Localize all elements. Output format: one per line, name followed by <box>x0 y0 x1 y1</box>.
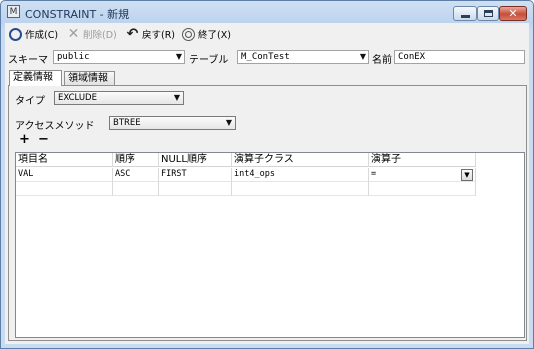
cell-operator[interactable]: = <box>369 168 476 182</box>
name-field[interactable]: ConEX <box>394 50 525 64</box>
new-row-cell[interactable] <box>16 182 113 196</box>
name-value: ConEX <box>398 52 426 62</box>
table-select[interactable]: M_ConTest ▼ <box>237 50 369 64</box>
table-value: M_ConTest <box>241 52 290 62</box>
new-row-cell[interactable] <box>113 182 159 196</box>
cell-null-order[interactable]: FIRST <box>159 168 232 182</box>
chevron-down-icon: ▼ <box>175 52 182 61</box>
access-method-label: アクセスメソッド <box>15 121 95 132</box>
close-icon: ✕ <box>508 7 518 20</box>
operator-dropdown-button[interactable]: ▼ <box>461 169 473 181</box>
schema-select[interactable]: public ▼ <box>53 50 185 64</box>
end-label: 終了(X) <box>198 30 231 41</box>
definition-panel: タイプ EXCLUDE ▼ アクセスメソッド BTREE ▼ + − 項目名 順… <box>8 85 527 341</box>
table-label: テーブル <box>189 55 229 66</box>
constraint-window: M CONSTRAINT - 新規 ✕ 作成(C) ✕ 削除(D) ↶ 戻す(R… <box>0 0 534 349</box>
access-method-select[interactable]: BTREE ▼ <box>109 116 236 130</box>
create-button[interactable]: 作成(C) <box>9 26 58 42</box>
column-header[interactable]: 順序 <box>113 153 159 167</box>
tab-definition[interactable]: 定義情報 <box>9 70 62 86</box>
chevron-down-icon: ▼ <box>464 171 470 179</box>
window-client: 作成(C) ✕ 削除(D) ↶ 戻す(R) 終了(X) スキーマ public … <box>5 23 529 344</box>
add-row-button[interactable]: + <box>19 133 30 146</box>
minimize-button[interactable] <box>453 6 477 21</box>
cell-order[interactable]: ASC <box>113 168 159 182</box>
x-icon: ✕ <box>67 25 80 42</box>
cell-operator-class[interactable]: int4_ops <box>232 168 369 182</box>
column-header[interactable]: 演算子クラス <box>232 153 369 167</box>
remove-row-button[interactable]: − <box>38 133 49 146</box>
chevron-down-icon: ▼ <box>173 93 180 102</box>
circle-icon <box>9 27 22 41</box>
title-bar[interactable]: M CONSTRAINT - 新規 ✕ <box>1 1 533 23</box>
chevron-down-icon: ▼ <box>225 118 232 127</box>
type-value: EXCLUDE <box>58 93 97 103</box>
tab-storage[interactable]: 領域情報 <box>64 71 115 86</box>
new-row-cell[interactable] <box>232 182 369 196</box>
create-label: 作成(C) <box>25 30 59 41</box>
maximize-icon <box>484 10 493 17</box>
delete-button[interactable]: ✕ 削除(D) <box>67 26 117 42</box>
column-header[interactable]: 項目名 <box>16 153 113 167</box>
new-row-cell[interactable] <box>159 182 232 196</box>
minimize-icon <box>461 15 470 18</box>
column-header[interactable]: 演算子 <box>369 153 476 167</box>
type-select[interactable]: EXCLUDE ▼ <box>54 91 184 105</box>
name-label: 名前 <box>372 55 392 66</box>
back-button[interactable]: ↶ 戻す(R) <box>126 26 175 42</box>
stop-icon <box>182 27 195 41</box>
end-button[interactable]: 終了(X) <box>182 26 231 42</box>
new-row-cell[interactable] <box>369 182 476 196</box>
cell-item-name[interactable]: VAL <box>16 168 113 182</box>
window-title: CONSTRAINT - 新規 <box>25 8 130 21</box>
delete-label: 削除(D) <box>83 30 117 41</box>
maximize-button[interactable] <box>477 6 499 21</box>
access-method-value: BTREE <box>113 118 141 128</box>
close-button[interactable]: ✕ <box>499 6 527 21</box>
app-icon: M <box>7 5 20 18</box>
chevron-down-icon: ▼ <box>359 52 366 61</box>
back-label: 戻す(R) <box>142 30 176 41</box>
type-label: タイプ <box>15 96 45 107</box>
columns-grid[interactable]: 項目名 順序 NULL順序 演算子クラス 演算子 VAL ASC FIRST i… <box>15 152 525 338</box>
undo-icon: ↶ <box>126 25 139 42</box>
schema-label: スキーマ <box>8 55 48 66</box>
column-header[interactable]: NULL順序 <box>159 153 232 167</box>
schema-value: public <box>57 52 90 62</box>
